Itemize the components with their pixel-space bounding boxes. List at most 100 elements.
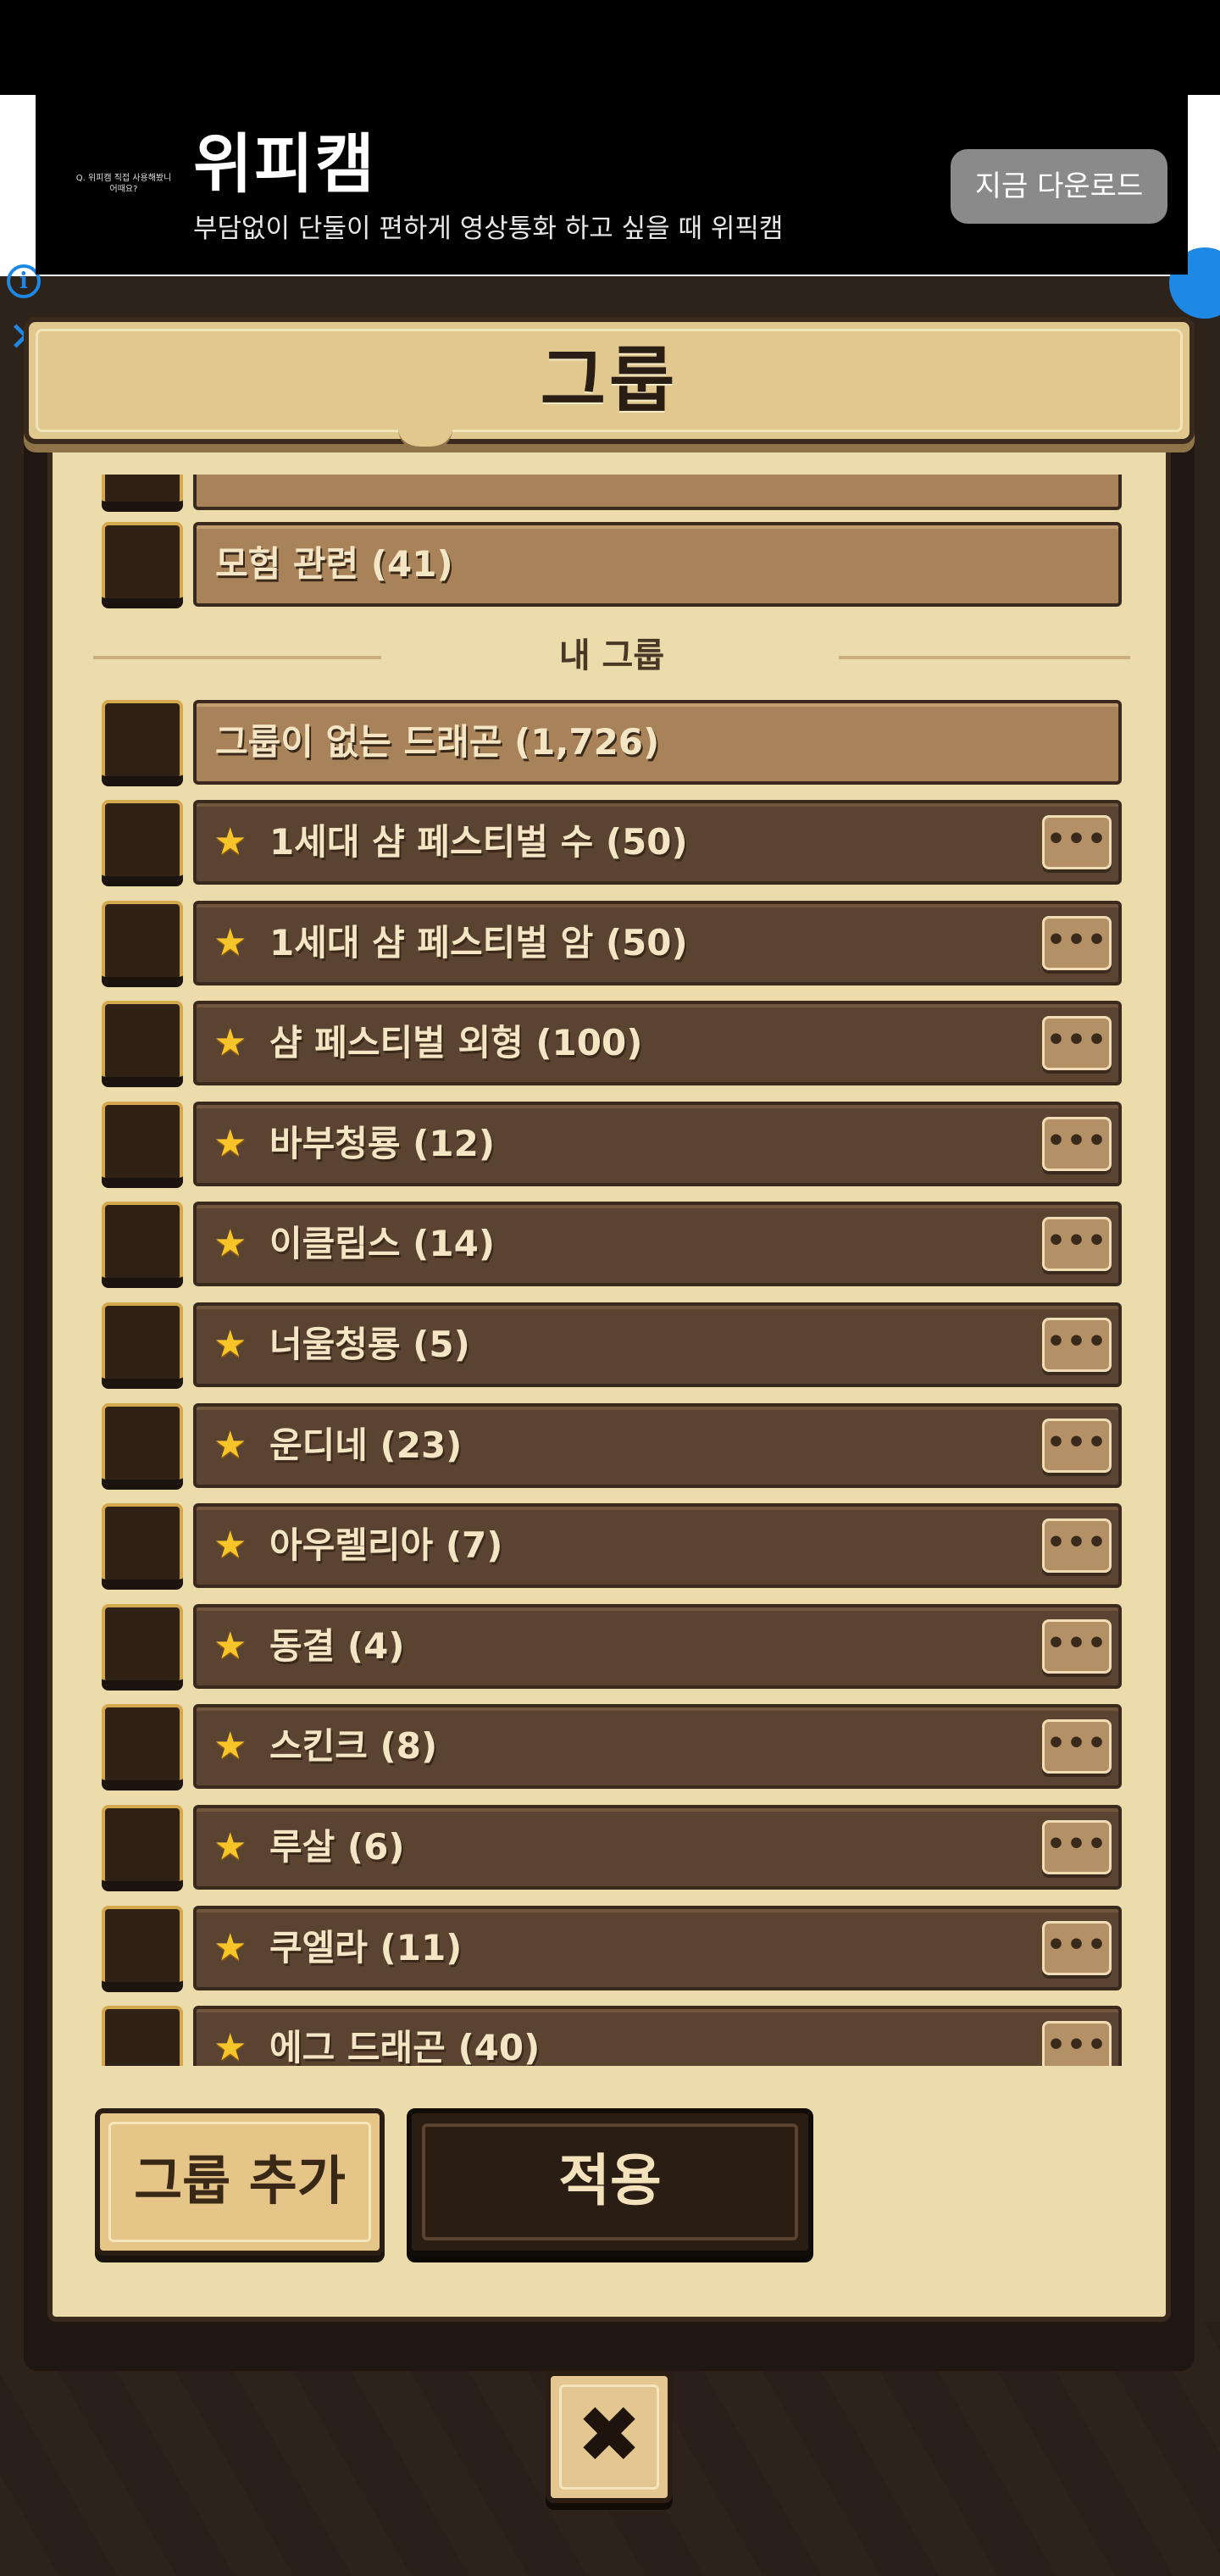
apply-label: 적용: [558, 2148, 662, 2213]
star-icon[interactable]: ★: [214, 1426, 251, 1464]
list-item[interactable]: ★ 동결 (4) •••: [93, 1603, 1130, 1694]
group-label: 운디네 (23): [269, 1424, 463, 1466]
star-icon[interactable]: ★: [214, 1124, 251, 1163]
list-item[interactable]: ★ 1세대 샴 페스티벌 수 (50) •••: [93, 800, 1130, 890]
group-checkbox[interactable]: [102, 1202, 183, 1284]
list-item[interactable]: ★ 1세대 샴 페스티벌 암 (50) •••: [93, 900, 1130, 991]
star-icon[interactable]: ★: [214, 1527, 251, 1564]
more-options-button[interactable]: •••: [1042, 1920, 1112, 1975]
group-label: 루살 (6): [269, 1826, 405, 1868]
group-checkbox[interactable]: [102, 800, 183, 881]
more-options-button[interactable]: •••: [1042, 1116, 1112, 1171]
more-options-button[interactable]: •••: [1042, 2021, 1112, 2066]
group-row[interactable]: ★ 1세대 샴 페스티벌 수 (50) •••: [193, 800, 1122, 885]
group-row[interactable]: ★ 너울청룡 (5) •••: [193, 1302, 1122, 1387]
more-options-button[interactable]: •••: [1042, 1318, 1112, 1372]
list-item-adventure[interactable]: 모험 관련 (41): [93, 522, 1130, 612]
more-options-button[interactable]: •••: [1042, 915, 1112, 970]
section-divider: 내 그룹: [93, 630, 1130, 681]
group-row[interactable]: ★ 아우렐리아 (7) •••: [193, 1503, 1122, 1589]
group-row[interactable]: ★ 에그 드래곤 (40) •••: [193, 2006, 1122, 2066]
group-label: 너울청룡 (5): [269, 1324, 470, 1365]
list-item[interactable]: ★ 루살 (6) •••: [93, 1805, 1130, 1895]
group-row[interactable]: ★ 샴 페스티벌 외형 (100) •••: [193, 1001, 1122, 1086]
divider-line-right: [839, 656, 1130, 659]
group-checkbox[interactable]: [102, 900, 183, 982]
ad-logo: Q. 위피캠 직접 사용해봤니 어때요?: [75, 174, 172, 194]
group-label: 스킨크 (8): [269, 1725, 438, 1768]
list-item-ungrouped[interactable]: 그룹이 없는 드래곤 (1,726): [93, 700, 1130, 790]
group-row[interactable]: ★ 동결 (4) •••: [193, 1603, 1122, 1689]
close-button[interactable]: ✖: [546, 2371, 673, 2503]
star-icon[interactable]: ★: [214, 1225, 251, 1263]
add-group-button[interactable]: 그룹 추가: [95, 2108, 385, 2256]
star-icon[interactable]: ★: [214, 1929, 251, 1967]
apply-button[interactable]: 적용: [407, 2108, 813, 2256]
group-checkbox[interactable]: [102, 1001, 183, 1083]
star-icon[interactable]: ★: [214, 1627, 251, 1665]
star-icon[interactable]: ★: [214, 1326, 251, 1363]
star-icon[interactable]: ★: [214, 1728, 251, 1765]
star-icon[interactable]: ★: [214, 2029, 251, 2066]
group-row[interactable]: ★ 이클립스 (14) •••: [193, 1202, 1122, 1287]
list-item[interactable]: ★ 너울청룡 (5) •••: [93, 1302, 1130, 1392]
list-item[interactable]: ★ 바부청룡 (12) •••: [93, 1101, 1130, 1191]
add-group-label: 그룹 추가: [134, 2150, 346, 2212]
ad-download-button[interactable]: 지금 다운로드: [951, 149, 1167, 224]
group-checkbox[interactable]: [102, 700, 183, 781]
more-options-button[interactable]: •••: [1042, 815, 1112, 869]
group-label: 이클립스 (14): [269, 1223, 496, 1265]
more-options-button[interactable]: •••: [1042, 1820, 1112, 1874]
more-options-button[interactable]: •••: [1042, 1618, 1112, 1674]
group-checkbox[interactable]: [102, 1905, 183, 1987]
more-options-button[interactable]: •••: [1042, 1719, 1112, 1774]
list-item[interactable]: [93, 475, 1130, 515]
star-icon[interactable]: ★: [214, 1024, 251, 1062]
list-item[interactable]: ★ 아우렐리아 (7) •••: [93, 1503, 1130, 1593]
group-row[interactable]: ★ 바부청룡 (12) •••: [193, 1101, 1122, 1186]
group-label: 에그 드래곤 (40): [269, 2027, 541, 2066]
list-item[interactable]: ★ 스킨크 (8) •••: [93, 1704, 1130, 1794]
group-label: 아우렐리아 (7): [269, 1524, 503, 1567]
ad-banner[interactable]: Q. 위피캠 직접 사용해봤니 어때요? 위피캠 부담없이 단둘이 편하게 영상…: [36, 95, 1188, 275]
star-icon[interactable]: ★: [214, 924, 251, 962]
group-label: 1세대 샴 페스티벌 암 (50): [269, 921, 688, 963]
group-checkbox[interactable]: [102, 1603, 183, 1685]
group-list[interactable]: 모험 관련 (41) 내 그룹 그룹이 없는 드래곤 (1,726) ★ 1세대 …: [93, 475, 1130, 2066]
more-options-button[interactable]: •••: [1042, 1016, 1112, 1071]
list-item[interactable]: ★ 이클립스 (14) •••: [93, 1202, 1130, 1291]
group-checkbox[interactable]: [102, 522, 183, 603]
group-row[interactable]: 그룹이 없는 드래곤 (1,726): [193, 700, 1122, 785]
list-item[interactable]: ★ 운디네 (23) •••: [93, 1402, 1130, 1493]
star-icon[interactable]: ★: [214, 1829, 251, 1866]
group-checkbox[interactable]: [102, 475, 183, 507]
more-options-button[interactable]: •••: [1042, 1418, 1112, 1473]
group-checkbox[interactable]: [102, 1302, 183, 1384]
group-label: 1세대 샴 페스티벌 수 (50): [269, 821, 688, 863]
group-row[interactable]: [193, 475, 1122, 510]
group-label: 동결 (4): [269, 1624, 405, 1667]
group-row[interactable]: ★ 1세대 샴 페스티벌 암 (50) •••: [193, 900, 1122, 985]
group-checkbox[interactable]: [102, 1704, 183, 1786]
status-bar: [0, 0, 1220, 95]
group-checkbox[interactable]: [102, 2006, 183, 2066]
more-options-button[interactable]: •••: [1042, 1217, 1112, 1272]
group-checkbox[interactable]: [102, 1503, 183, 1585]
list-item[interactable]: ★ 샴 페스티벌 외형 (100) •••: [93, 1001, 1130, 1091]
group-checkbox[interactable]: [102, 1101, 183, 1183]
star-icon[interactable]: ★: [214, 824, 251, 861]
list-item[interactable]: ★ 쿠엘라 (11) •••: [93, 1905, 1130, 1996]
group-checkbox[interactable]: [102, 1805, 183, 1886]
more-options-button[interactable]: •••: [1042, 1518, 1112, 1574]
list-item[interactable]: ★ 에그 드래곤 (40) •••: [93, 2006, 1130, 2066]
close-icon: ✖: [576, 2390, 642, 2480]
group-label: 모험 관련 (41): [215, 543, 453, 585]
group-row[interactable]: ★ 쿠엘라 (11) •••: [193, 1905, 1122, 1990]
group-checkbox[interactable]: [102, 1402, 183, 1485]
group-row[interactable]: 모험 관련 (41): [193, 522, 1122, 607]
group-row[interactable]: ★ 운디네 (23) •••: [193, 1402, 1122, 1488]
group-label: 쿠엘라 (11): [269, 1926, 463, 1968]
group-row[interactable]: ★ 루살 (6) •••: [193, 1805, 1122, 1890]
dialog-title: 그룹: [540, 339, 679, 422]
group-row[interactable]: ★ 스킨크 (8) •••: [193, 1704, 1122, 1790]
